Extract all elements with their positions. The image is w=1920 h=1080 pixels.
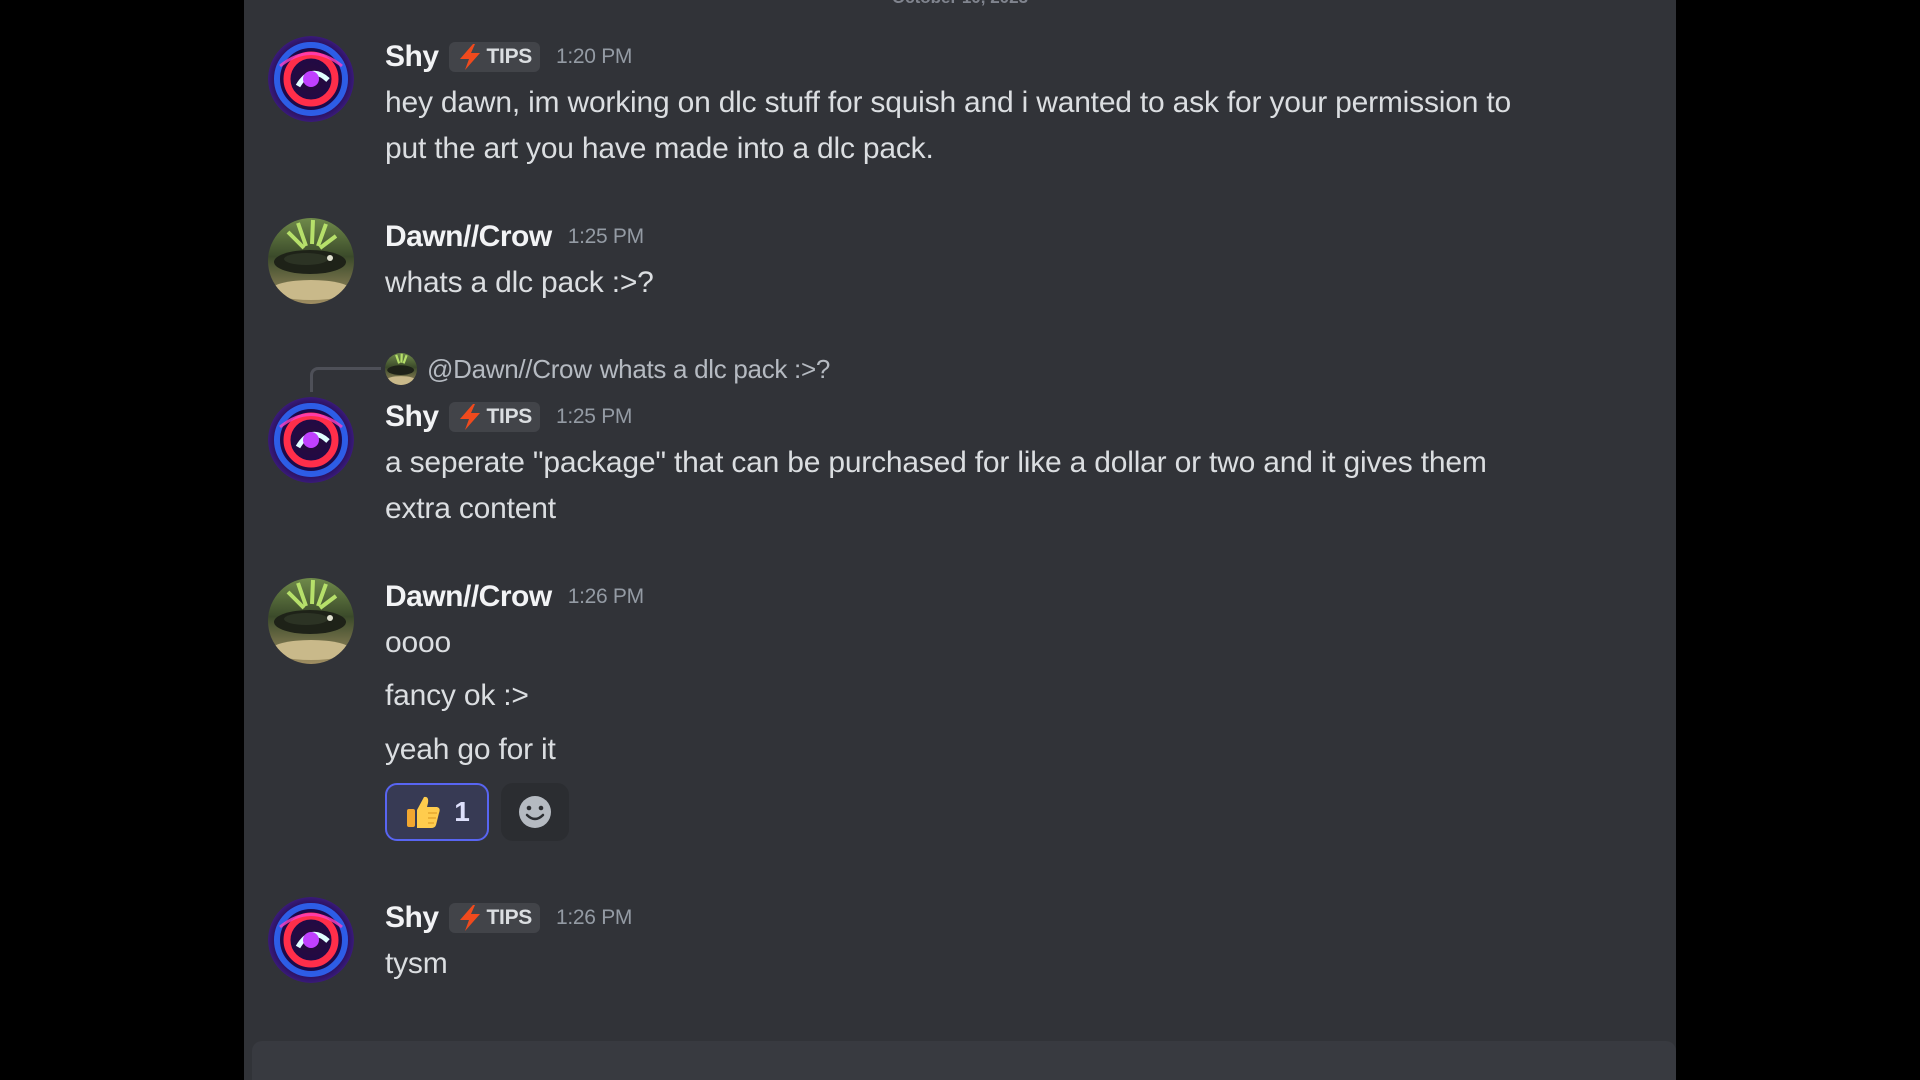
message-line: put the art you have made into a dlc pac… <box>385 132 934 165</box>
avatar-dawn[interactable] <box>268 578 354 664</box>
message-line: fancy ok :> <box>385 679 529 712</box>
timestamp[interactable]: 1:25 PM <box>556 405 632 429</box>
reaction-thumbs-up[interactable]: 1 <box>385 783 489 841</box>
username[interactable]: Dawn//Crow <box>385 220 552 254</box>
message-input-box[interactable] <box>252 1041 1676 1080</box>
clan-tag[interactable]: TIPS <box>448 903 541 933</box>
username[interactable]: Dawn//Crow <box>385 580 552 614</box>
timestamp[interactable]: 1:25 PM <box>568 225 644 249</box>
message-line: oooo <box>385 626 451 659</box>
message-line: yeah go for it <box>385 733 556 766</box>
tag-label: TIPS <box>486 45 533 68</box>
avatar-dawn[interactable] <box>268 218 354 304</box>
message-line: whats a dlc pack :>? <box>385 266 654 299</box>
timestamp[interactable]: 1:26 PM <box>556 906 632 930</box>
timestamp[interactable]: 1:20 PM <box>556 45 632 69</box>
reply-preview[interactable]: @Dawn//Crow whats a dlc pack :>? <box>385 352 830 386</box>
lightning-bolt-icon <box>459 44 480 70</box>
thumbs-up-icon <box>407 796 440 828</box>
clan-tag[interactable]: TIPS <box>448 42 541 72</box>
avatar-shy[interactable] <box>268 397 354 483</box>
message-line: hey dawn, im working on dlc stuff for sq… <box>385 86 1511 119</box>
message-line: tysm <box>385 947 448 980</box>
reply-avatar-dawn <box>385 353 417 385</box>
avatar-shy[interactable] <box>268 36 354 122</box>
date-divider: October 10, 2023 <box>244 0 1676 8</box>
avatar-shy[interactable] <box>268 897 354 983</box>
username[interactable]: Shy <box>385 40 439 74</box>
smiley-face-icon <box>519 796 551 828</box>
username[interactable]: Shy <box>385 400 439 434</box>
reply-mention[interactable]: @Dawn//Crow <box>427 354 592 385</box>
message-line: extra content <box>385 492 556 525</box>
tag-label: TIPS <box>486 906 533 929</box>
message-line: a seperate "package" that can be purchas… <box>385 446 1487 479</box>
reply-connector <box>310 367 381 392</box>
username[interactable]: Shy <box>385 901 439 935</box>
lightning-bolt-icon <box>459 404 480 430</box>
clan-tag[interactable]: TIPS <box>448 402 541 432</box>
reaction-count: 1 <box>454 796 470 827</box>
lightning-bolt-icon <box>459 905 480 931</box>
reply-text[interactable]: whats a dlc pack :>? <box>600 354 831 385</box>
timestamp[interactable]: 1:26 PM <box>568 585 644 609</box>
tag-label: TIPS <box>486 405 533 428</box>
chat-panel: October 10, 2023 Shy TIPS 1:20 PM hey da… <box>244 0 1676 1080</box>
add-reaction-button[interactable] <box>501 783 569 841</box>
